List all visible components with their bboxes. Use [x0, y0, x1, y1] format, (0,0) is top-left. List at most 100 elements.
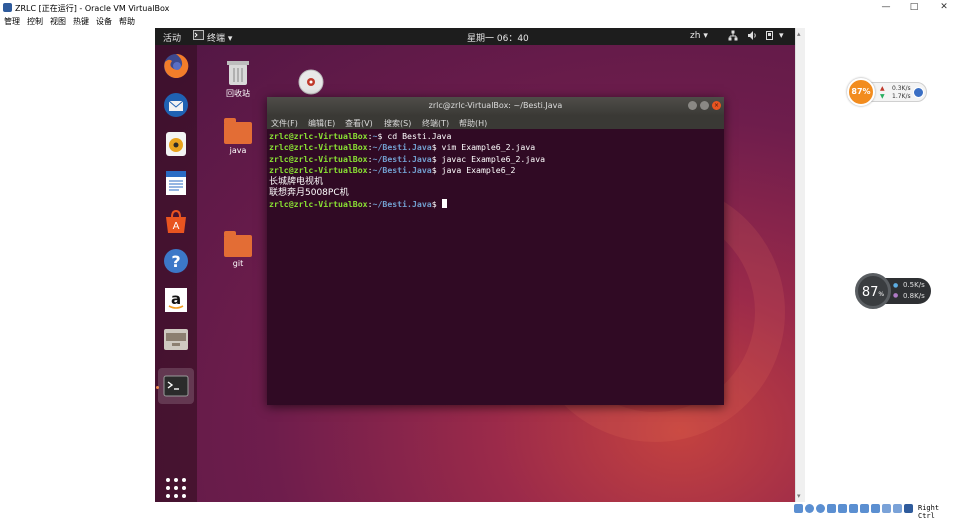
app-menu[interactable]: 终端 ▾ — [207, 31, 232, 44]
memory-percent: 87% — [847, 78, 875, 106]
firefox-icon — [164, 53, 189, 78]
dock-terminal[interactable] — [158, 368, 194, 404]
gadget-panel: ▲ 0.3K/s ▼ 1.7K/s — [867, 82, 927, 102]
audio-icon[interactable] — [816, 504, 825, 513]
cpu-icon[interactable] — [882, 504, 891, 513]
dock-files[interactable] — [160, 323, 192, 355]
app-menu-label: 终端 — [207, 34, 226, 44]
dock-writer[interactable] — [160, 167, 192, 199]
terminal-line: zrlc@zrlc-VirtualBox:~/Besti.Java$ vim E… — [269, 142, 536, 153]
help-icon: ? — [164, 249, 188, 273]
dock-show-applications[interactable] — [160, 472, 192, 502]
active-indicator — [156, 386, 159, 389]
prompt-user: zrlc@zrlc-VirtualBox — [269, 199, 368, 210]
minimize-button[interactable]: — — [874, 2, 898, 14]
terminal-minimize-button[interactable] — [688, 101, 697, 110]
command-text: javac Example6_2.java — [441, 153, 546, 164]
virtualbox-icon — [3, 3, 12, 12]
terminal-menu-file[interactable]: 文件(F) — [271, 118, 298, 129]
trash-icon — [227, 61, 249, 85]
command-text: vim Example6_2.java — [441, 142, 536, 153]
hard-disk-icon[interactable] — [794, 504, 803, 513]
shared-folders-icon[interactable] — [849, 504, 858, 513]
scroll-up-icon[interactable]: ▴ — [797, 30, 801, 38]
keyboard-icon[interactable] — [904, 504, 913, 513]
dock-thunderbird[interactable] — [160, 89, 192, 121]
volume-icon[interactable] — [747, 30, 757, 44]
svg-text:a: a — [171, 290, 181, 308]
desktop-icon-trash[interactable]: 回收站 — [208, 58, 268, 99]
terminal-line: zrlc@zrlc-VirtualBox:~/Besti.Java$ java … — [269, 165, 516, 176]
program-output-line: 联想奔月5008PC机 — [269, 188, 349, 199]
cpu-gauge: 87% — [855, 273, 891, 309]
network-gadget-bottom[interactable]: ● 0.5K/s ● 0.8K/s 87% — [855, 273, 933, 309]
prompt-path: ~/Besti.Java — [372, 165, 432, 176]
download-arrow-icon: ● — [893, 292, 899, 299]
thunderbird-icon — [164, 93, 188, 117]
menu-help[interactable]: 帮助 — [119, 16, 135, 27]
dock-firefox[interactable] — [160, 50, 192, 82]
terminal-menubar: 文件(F) 编辑(E) 查看(V) 搜索(S) 终端(T) 帮助(H) — [267, 115, 724, 129]
terminal-menu-terminal[interactable]: 终端(T) — [422, 118, 449, 129]
prompt-user: zrlc@zrlc-VirtualBox — [269, 165, 368, 176]
terminal-window[interactable]: zrlc@zrlc-VirtualBox: ~/Besti.Java × 文件(… — [267, 97, 724, 405]
activities-button[interactable]: 活动 — [163, 31, 181, 44]
program-output-line: 长城牌电视机 — [269, 176, 324, 187]
terminal-menu-edit[interactable]: 编辑(E) — [308, 118, 335, 129]
clock[interactable]: 星期一 06：40 — [467, 31, 529, 44]
window-menubar: 管理 控制 视图 热键 设备 帮助 — [0, 16, 960, 28]
virtualbox-statusbar: Right Ctrl — [790, 503, 960, 520]
dock-amazon[interactable]: a — [160, 284, 192, 316]
input-method-label: zh — [690, 31, 701, 41]
vm-screen[interactable]: 活动 终端 ▾ 星期一 06：40 zh ▾ ▾ A ? a 回收站 java … — [155, 28, 795, 502]
menu-control[interactable]: 控制 — [27, 16, 43, 27]
svg-text:A: A — [173, 221, 180, 232]
optical-drive-icon[interactable] — [805, 504, 814, 513]
host-scrollbar[interactable]: ▴ ▾ — [795, 28, 805, 502]
terminal-title: zrlc@zrlc-VirtualBox: ~/Besti.Java — [428, 101, 563, 110]
close-button[interactable]: ✕ — [932, 2, 956, 14]
terminal-close-button[interactable]: × — [712, 101, 721, 110]
folder-icon — [224, 118, 252, 144]
dock-rhythmbox[interactable] — [160, 128, 192, 160]
network-gadget-top[interactable]: ▲ 0.3K/s ▼ 1.7K/s 87% — [847, 78, 929, 106]
network-icon[interactable] — [728, 30, 738, 44]
usb-icon[interactable] — [838, 504, 847, 513]
percent-sign: % — [878, 291, 885, 298]
desktop-icon-git[interactable]: git — [208, 231, 268, 268]
power-icon[interactable] — [765, 30, 775, 44]
menu-view[interactable]: 视图 — [50, 16, 66, 27]
terminal-menu-view[interactable]: 查看(V) — [345, 118, 373, 129]
chevron-down-icon[interactable]: ▾ — [779, 31, 784, 41]
terminal-menu-help[interactable]: 帮助(H) — [459, 118, 487, 129]
input-method[interactable]: zh ▾ — [690, 31, 708, 41]
maximize-button[interactable]: □ — [902, 2, 926, 14]
menu-devices[interactable]: 设备 — [96, 16, 112, 27]
terminal-output[interactable]: zrlc@zrlc-VirtualBox:~$ cd Besti.Java zr… — [267, 129, 724, 405]
download-arrow-icon: ▼ — [880, 93, 885, 100]
desktop-icon-disc[interactable] — [298, 69, 324, 99]
menu-manage[interactable]: 管理 — [4, 16, 20, 27]
folder-icon — [224, 231, 252, 257]
scroll-down-icon[interactable]: ▾ — [797, 492, 801, 500]
desktop-icon-java[interactable]: java — [208, 118, 268, 155]
mouse-integration-icon[interactable] — [893, 504, 902, 513]
prompt-user: zrlc@zrlc-VirtualBox — [269, 131, 368, 141]
chevron-down-icon: ▾ — [703, 31, 708, 41]
window-titlebar: ZRLC [正在运行] - Oracle VM VirtualBox — □ ✕ — [0, 0, 960, 16]
svg-text:?: ? — [171, 252, 180, 271]
network-adapter-icon[interactable] — [827, 504, 836, 513]
terminal-titlebar[interactable]: zrlc@zrlc-VirtualBox: ~/Besti.Java × — [267, 97, 724, 115]
upload-speed: 0.5K/s — [903, 281, 925, 289]
dock-software[interactable]: A — [160, 206, 192, 238]
video-capture-icon[interactable] — [871, 504, 880, 513]
dock-help[interactable]: ? — [160, 245, 192, 277]
prompt-user: zrlc@zrlc-VirtualBox — [269, 142, 368, 153]
terminal-maximize-button[interactable] — [700, 101, 709, 110]
display-icon[interactable] — [860, 504, 869, 513]
terminal-menu-search[interactable]: 搜索(S) — [384, 118, 411, 129]
menu-hotkey[interactable]: 热键 — [73, 16, 89, 27]
prompt-path: ~/Besti.Java — [372, 142, 432, 153]
prompt-path: ~ — [372, 131, 378, 141]
download-speed: 0.8K/s — [903, 292, 925, 300]
